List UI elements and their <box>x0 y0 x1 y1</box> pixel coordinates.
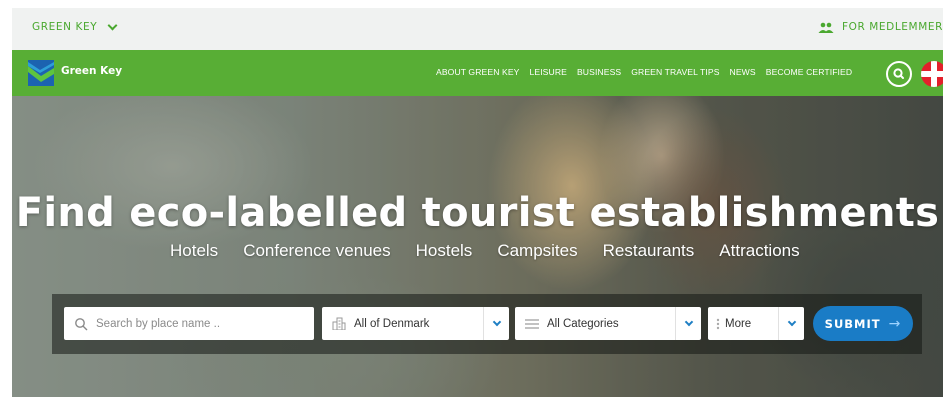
buildings-icon <box>332 317 346 330</box>
flag-cross-vertical <box>931 61 937 87</box>
more-dropdown-toggle[interactable] <box>778 307 804 340</box>
nav-item-green-travel-tips[interactable]: GREEN TRAVEL TIPS <box>631 67 719 77</box>
nav-item-about[interactable]: ABOUT GREEN KEY <box>436 67 519 77</box>
search-panel: Search by place name .. All of Denmark A… <box>52 294 922 354</box>
category-restaurants[interactable]: Restaurants <box>603 241 695 261</box>
region-select[interactable]: All of Denmark <box>322 307 509 340</box>
nav-item-leisure[interactable]: LEISURE <box>529 67 566 77</box>
category-dropdown-toggle[interactable] <box>675 307 701 340</box>
region-dropdown-toggle[interactable] <box>483 307 509 340</box>
page: GREEN KEY FOR MEDLEMMER Green Key ABOUT … <box>12 0 943 397</box>
site-name[interactable]: Green Key <box>61 65 122 77</box>
arrow-right-icon: → <box>888 315 902 332</box>
dots-icon <box>716 318 720 329</box>
nav-item-business[interactable]: BUSINESS <box>577 67 621 77</box>
category-select[interactable]: All Categories <box>515 307 701 340</box>
chevron-down-icon <box>492 317 501 327</box>
utility-bar: GREEN KEY FOR MEDLEMMER <box>12 8 943 50</box>
members-link-label: FOR MEDLEMMER <box>841 21 943 33</box>
hero-banner: Find eco-labelled tourist establishments… <box>12 96 943 397</box>
category-conference-venues[interactable]: Conference venues <box>243 241 390 261</box>
search-icon <box>893 68 904 79</box>
nav-item-become-certified[interactable]: BECOME CERTIFIED <box>766 67 852 77</box>
members-link[interactable]: FOR MEDLEMMER <box>818 21 943 33</box>
category-hotels[interactable]: Hotels <box>170 241 218 261</box>
chevron-down-icon <box>107 20 118 30</box>
submit-button-label: SUBMIT <box>824 316 881 331</box>
brand-switcher-label: GREEN KEY <box>32 21 98 33</box>
main-nav: Green Key ABOUT GREEN KEY LEISURE BUSINE… <box>12 50 943 96</box>
submit-button[interactable]: SUBMIT → <box>813 306 913 341</box>
category-list: Hotels Conference venues Hostels Campsit… <box>170 241 800 261</box>
place-search-input[interactable]: Search by place name .. <box>64 307 314 340</box>
category-select-value: All Categories <box>547 317 619 330</box>
nav-menu: ABOUT GREEN KEY LEISURE BUSINESS GREEN T… <box>436 67 852 77</box>
place-search-placeholder: Search by place name .. <box>96 317 221 330</box>
category-attractions[interactable]: Attractions <box>719 241 799 261</box>
brand-switcher[interactable]: GREEN KEY <box>32 20 118 33</box>
search-icon <box>75 317 88 330</box>
chevron-down-icon <box>684 317 693 327</box>
nav-item-news[interactable]: NEWS <box>730 67 756 77</box>
region-select-value: All of Denmark <box>354 317 430 330</box>
search-button[interactable] <box>886 61 912 87</box>
denmark-flag-icon[interactable] <box>921 61 943 87</box>
more-filters-value: More <box>725 317 752 330</box>
chevron-down-icon <box>787 317 796 327</box>
category-campsites[interactable]: Campsites <box>497 241 577 261</box>
category-hostels[interactable]: Hostels <box>416 241 473 261</box>
people-icon <box>818 22 834 33</box>
hero-headline: Find eco-labelled tourist establishments <box>15 190 940 236</box>
more-filters-select[interactable]: More <box>708 307 804 340</box>
list-icon <box>525 318 539 329</box>
green-key-logo[interactable] <box>28 60 54 86</box>
